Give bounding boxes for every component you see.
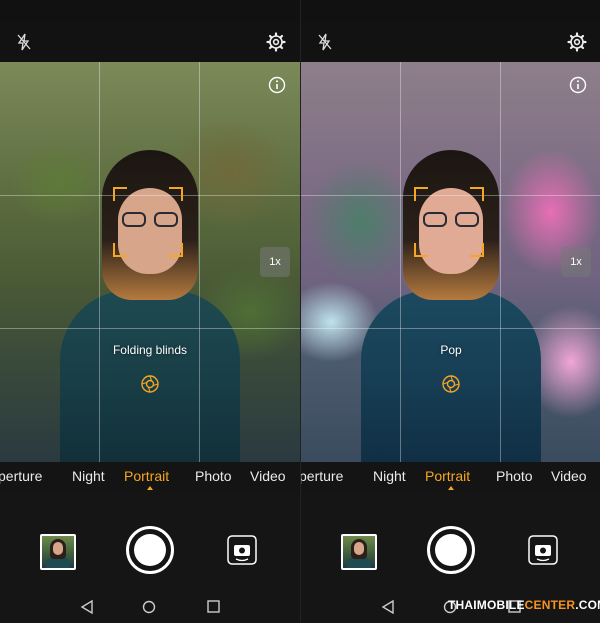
shutter-button[interactable] [126,526,174,574]
info-icon[interactable] [268,76,286,94]
switch-camera-icon[interactable] [226,534,258,566]
face-focus-box [113,187,183,257]
effect-label: Pop [440,343,462,357]
viewfinder[interactable]: 1x Pop [301,62,600,462]
mode-night[interactable]: Night [72,468,105,484]
mode-bar: perture Night Portrait Photo Video [301,462,600,490]
mode-night[interactable]: Night [373,468,406,484]
mode-portrait[interactable]: Portrait [425,468,470,484]
back-icon[interactable] [80,600,94,614]
mode-bar: perture Night Portrait Photo Video [0,462,300,490]
zoom-button[interactable]: 1x [561,247,591,277]
face-focus-box [414,187,484,257]
mode-portrait[interactable]: Portrait [124,468,169,484]
gallery-thumbnail[interactable] [40,534,76,570]
back-icon[interactable] [381,600,395,614]
top-bar [0,22,300,62]
mode-photo[interactable]: Photo [496,468,533,484]
system-navbar [0,592,300,623]
top-bar [301,22,600,62]
aperture-icon[interactable] [140,374,160,394]
grid-line [500,62,501,462]
watermark-domain: .COM [575,598,600,612]
grid-line [301,328,600,329]
home-icon[interactable] [142,600,156,614]
flash-off-icon[interactable] [317,33,333,51]
switch-camera-icon[interactable] [527,534,559,566]
grid-line [199,62,200,462]
camera-screen-left: 1x Folding blinds perture Night Portrait… [0,0,300,623]
effect-label: Folding blinds [112,343,188,357]
mode-photo[interactable]: Photo [195,468,232,484]
aperture-icon[interactable] [441,374,461,394]
watermark-accent-text: CENTER [524,598,576,612]
gear-icon[interactable] [567,32,587,52]
flash-off-icon[interactable] [16,33,32,51]
mode-aperture[interactable]: perture [0,468,42,484]
mode-video[interactable]: Video [551,468,587,484]
gallery-thumbnail[interactable] [341,534,377,570]
grid-line [400,62,401,462]
camera-screen-right: 1x Pop perture Night Portrait Photo Vide… [301,0,600,623]
viewfinder[interactable]: 1x Folding blinds [0,62,300,462]
watermark-text: THAIMOBILE [448,598,525,612]
grid-line [0,328,300,329]
recents-icon[interactable] [207,600,220,613]
shutter-button[interactable] [427,526,475,574]
watermark-logo: THAIMOBILECENTER.COM [448,598,600,618]
info-icon[interactable] [569,76,587,94]
mode-aperture[interactable]: perture [301,468,343,484]
gear-icon[interactable] [266,32,286,52]
grid-line [99,62,100,462]
mode-video[interactable]: Video [250,468,286,484]
zoom-button[interactable]: 1x [260,247,290,277]
